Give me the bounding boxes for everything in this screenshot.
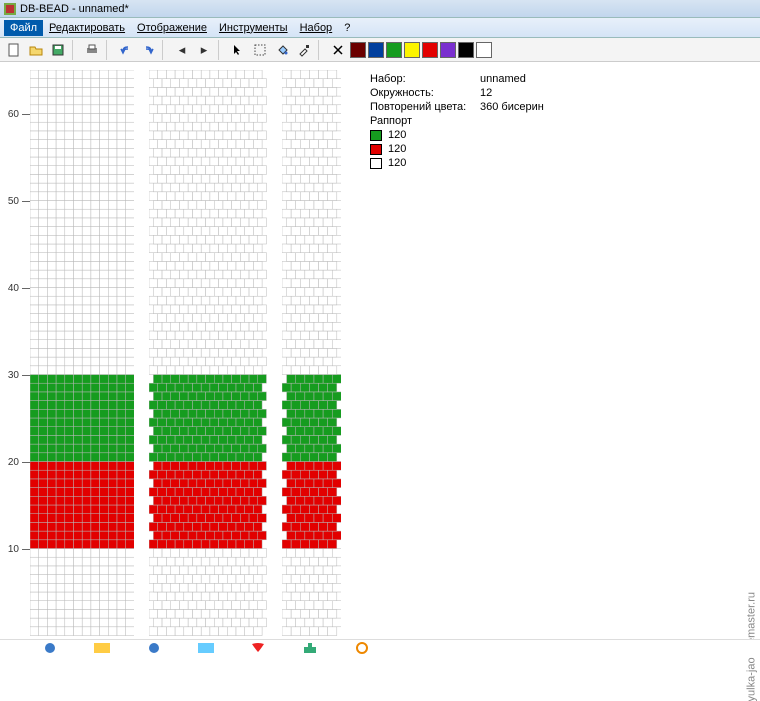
select-tool[interactable] [250,40,270,60]
expanded-grid[interactable] [149,70,266,636]
ruler-tick: 10 [8,544,30,555]
redo-button[interactable] [138,40,158,60]
pointer-tool[interactable] [228,40,248,60]
palette-swatch-4[interactable] [422,42,438,58]
info-circ-value: 12 [480,86,492,100]
ruler: 60 50 40 30 20 10 [5,70,30,636]
rapport-swatch [370,158,382,169]
palette-swatch-6[interactable] [458,42,474,58]
print-button[interactable] [82,40,102,60]
info-set-label: Набор: [370,72,480,86]
info-rep-value: 360 бисерин [480,100,544,114]
palette-swatch-2[interactable] [386,42,402,58]
arrow-left-button[interactable]: ◂ [172,40,192,60]
x-tool[interactable] [328,40,348,60]
new-button[interactable] [4,40,24,60]
menu-file[interactable]: Файл [4,20,43,36]
palette-swatch-7[interactable] [476,42,492,58]
save-button[interactable] [48,40,68,60]
menu-edit[interactable]: Редактировать [43,20,131,36]
rope-grid[interactable] [282,70,341,636]
open-button[interactable] [26,40,46,60]
ruler-tick: 40 [8,283,30,294]
rapport-count: 120 [388,156,406,170]
info-set-value: unnamed [480,72,526,86]
rapport-swatch [370,144,382,155]
palette-swatch-1[interactable] [368,42,384,58]
menu-tools[interactable]: Инструменты [213,20,294,36]
menu-help[interactable]: ? [338,20,356,36]
arrow-right-button[interactable]: ▸ [194,40,214,60]
taskbar-strip [0,639,760,657]
rapport-item-1: 120 [370,142,544,156]
pipette-tool[interactable] [294,40,314,60]
ruler-tick: 50 [8,196,30,207]
rapport-count: 120 [388,128,406,142]
ruler-tick: 20 [8,457,30,468]
ruler-tick: 60 [8,109,30,120]
toolbar: ◂ ▸ [0,38,760,62]
fill-tool[interactable] [272,40,292,60]
ruler-tick: 30 [8,370,30,381]
palette-swatch-3[interactable] [404,42,420,58]
palette-swatch-5[interactable] [440,42,456,58]
info-rep-label: Повторений цвета: [370,100,480,114]
undo-button[interactable] [116,40,136,60]
app-icon [4,3,16,15]
rapport-item-2: 120 [370,156,544,170]
info-panel: Набор:unnamed Окружность:12 Повторений ц… [370,72,544,170]
info-rapport-label: Раппорт [370,114,412,128]
rapport-item-0: 120 [370,128,544,142]
info-circ-label: Окружность: [370,86,480,100]
design-grid[interactable] [30,70,134,636]
window-title: DB-BEAD - unnamed* [20,3,129,15]
menu-set[interactable]: Набор [294,20,339,36]
menu-view[interactable]: Отображение [131,20,213,36]
palette-swatch-0[interactable] [350,42,366,58]
rapport-swatch [370,130,382,141]
rapport-count: 120 [388,142,406,156]
menubar: Файл Редактировать Отображение Инструмен… [0,18,760,38]
